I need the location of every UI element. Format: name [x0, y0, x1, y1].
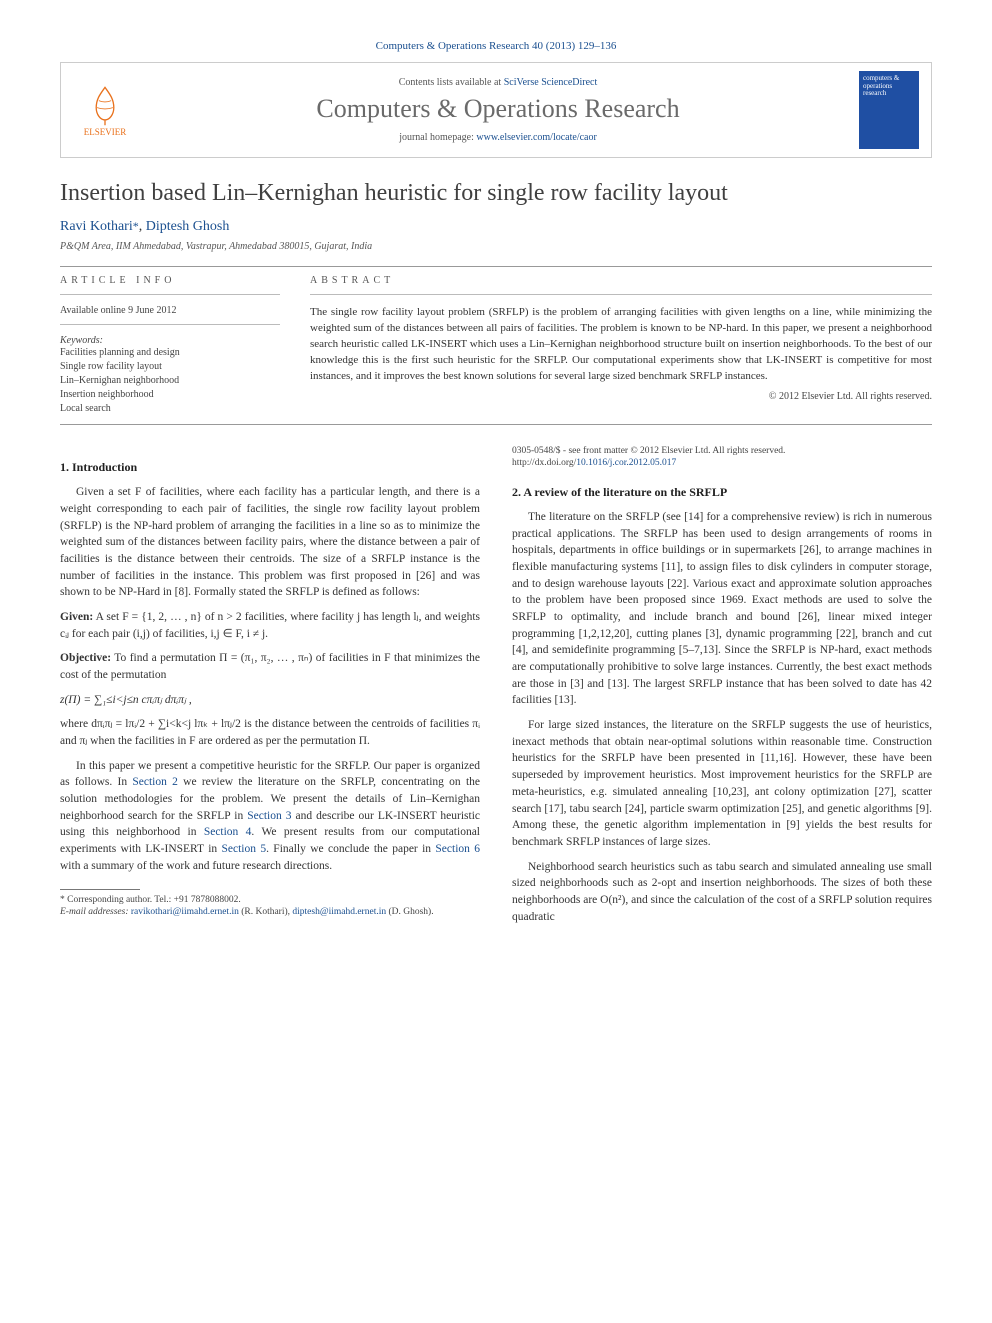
link-section-2[interactable]: Section 2	[132, 776, 178, 788]
journal-homepage: journal homepage: www.elsevier.com/locat…	[149, 132, 847, 143]
email-2-link[interactable]: diptesh@iimahd.ernet.in	[292, 907, 386, 917]
contents-available: Contents lists available at SciVerse Sci…	[149, 77, 847, 88]
email-addresses: E-mail addresses: ravikothari@iimahd.ern…	[60, 906, 480, 918]
link-section-3[interactable]: Section 3	[247, 810, 291, 822]
sec2-p3: Neighborhood search heuristics such as t…	[512, 859, 932, 926]
sec2-p2: For large sized instances, the literatur…	[512, 717, 932, 850]
abstract-text: The single row facility layout problem (…	[310, 305, 932, 385]
where-clause: where dπᵢπⱼ = lπᵢ/2 + ∑i<k<j lπₖ + lπⱼ/2…	[60, 716, 480, 749]
journal-name: Computers & Operations Research	[149, 94, 847, 124]
article-info-heading: ARTICLE INFO	[60, 275, 280, 286]
affiliation: P&QM Area, IIM Ahmedabad, Vastrapur, Ahm…	[60, 241, 932, 252]
keywords-heading: Keywords:	[60, 335, 280, 346]
intro-p1: Given a set F of facilities, where each …	[60, 484, 480, 601]
keyword: Facilities planning and design	[60, 346, 280, 360]
journal-banner: ELSEVIER Contents lists available at Sci…	[60, 62, 932, 158]
publisher-logo: ELSEVIER	[73, 74, 137, 146]
section-1-heading: 1. Introduction	[60, 459, 480, 476]
cost-formula: z(Π) = ∑₁≤i<j≤n cπᵢπⱼ dπᵢπⱼ ,	[60, 692, 480, 709]
keyword: Local search	[60, 402, 280, 416]
article-title: Insertion based Lin–Kernighan heuristic …	[60, 180, 932, 207]
front-matter-note: 0305-0548/$ - see front matter © 2012 El…	[512, 445, 932, 457]
sciencedirect-link[interactable]: SciVerse ScienceDirect	[504, 77, 598, 88]
keyword: Single row facility layout	[60, 360, 280, 374]
doi-line: http://dx.doi.org/10.1016/j.cor.2012.05.…	[512, 457, 932, 469]
keyword: Lin–Kernighan neighborhood	[60, 374, 280, 388]
elsevier-tree-icon	[83, 83, 127, 127]
intro-p2: In this paper we present a competitive h…	[60, 758, 480, 875]
link-section-4[interactable]: Section 4	[204, 826, 252, 838]
publisher-name: ELSEVIER	[84, 127, 127, 137]
abstract-copyright: © 2012 Elsevier Ltd. All rights reserved…	[310, 391, 932, 402]
keyword: Insertion neighborhood	[60, 388, 280, 402]
corresponding-author-note: * Corresponding author. Tel.: +91 787808…	[60, 894, 480, 906]
email-1-link[interactable]: ravikothari@iimahd.ernet.in	[131, 907, 239, 917]
link-section-6[interactable]: Section 6	[435, 843, 480, 855]
author-2-link[interactable]: Diptesh Ghosh	[146, 219, 230, 234]
objective-block: Objective: To find a permutation Π = (π₁…	[60, 650, 480, 683]
abstract-heading: ABSTRACT	[310, 275, 932, 286]
article-body: 1. Introduction Given a set F of facilit…	[60, 445, 932, 929]
article-history: Available online 9 June 2012	[60, 305, 280, 316]
authors: Ravi Kothari*, Diptesh Ghosh	[60, 219, 932, 235]
link-section-5[interactable]: Section 5	[221, 843, 266, 855]
doi-link[interactable]: 10.1016/j.cor.2012.05.017	[576, 458, 676, 468]
citation-link[interactable]: Computers & Operations Research 40 (2013…	[376, 40, 617, 52]
author-1-link[interactable]: Ravi Kothari	[60, 219, 133, 234]
sec2-p1: The literature on the SRFLP (see [14] fo…	[512, 509, 932, 709]
journal-cover-thumbnail: computers & operations research	[859, 71, 919, 149]
section-2-heading: 2. A review of the literature on the SRF…	[512, 484, 932, 501]
homepage-link[interactable]: www.elsevier.com/locate/caor	[476, 132, 596, 143]
header-citation: Computers & Operations Research 40 (2013…	[60, 40, 932, 52]
given-block: Given: A set F = {1, 2, … , n} of n > 2 …	[60, 609, 480, 642]
